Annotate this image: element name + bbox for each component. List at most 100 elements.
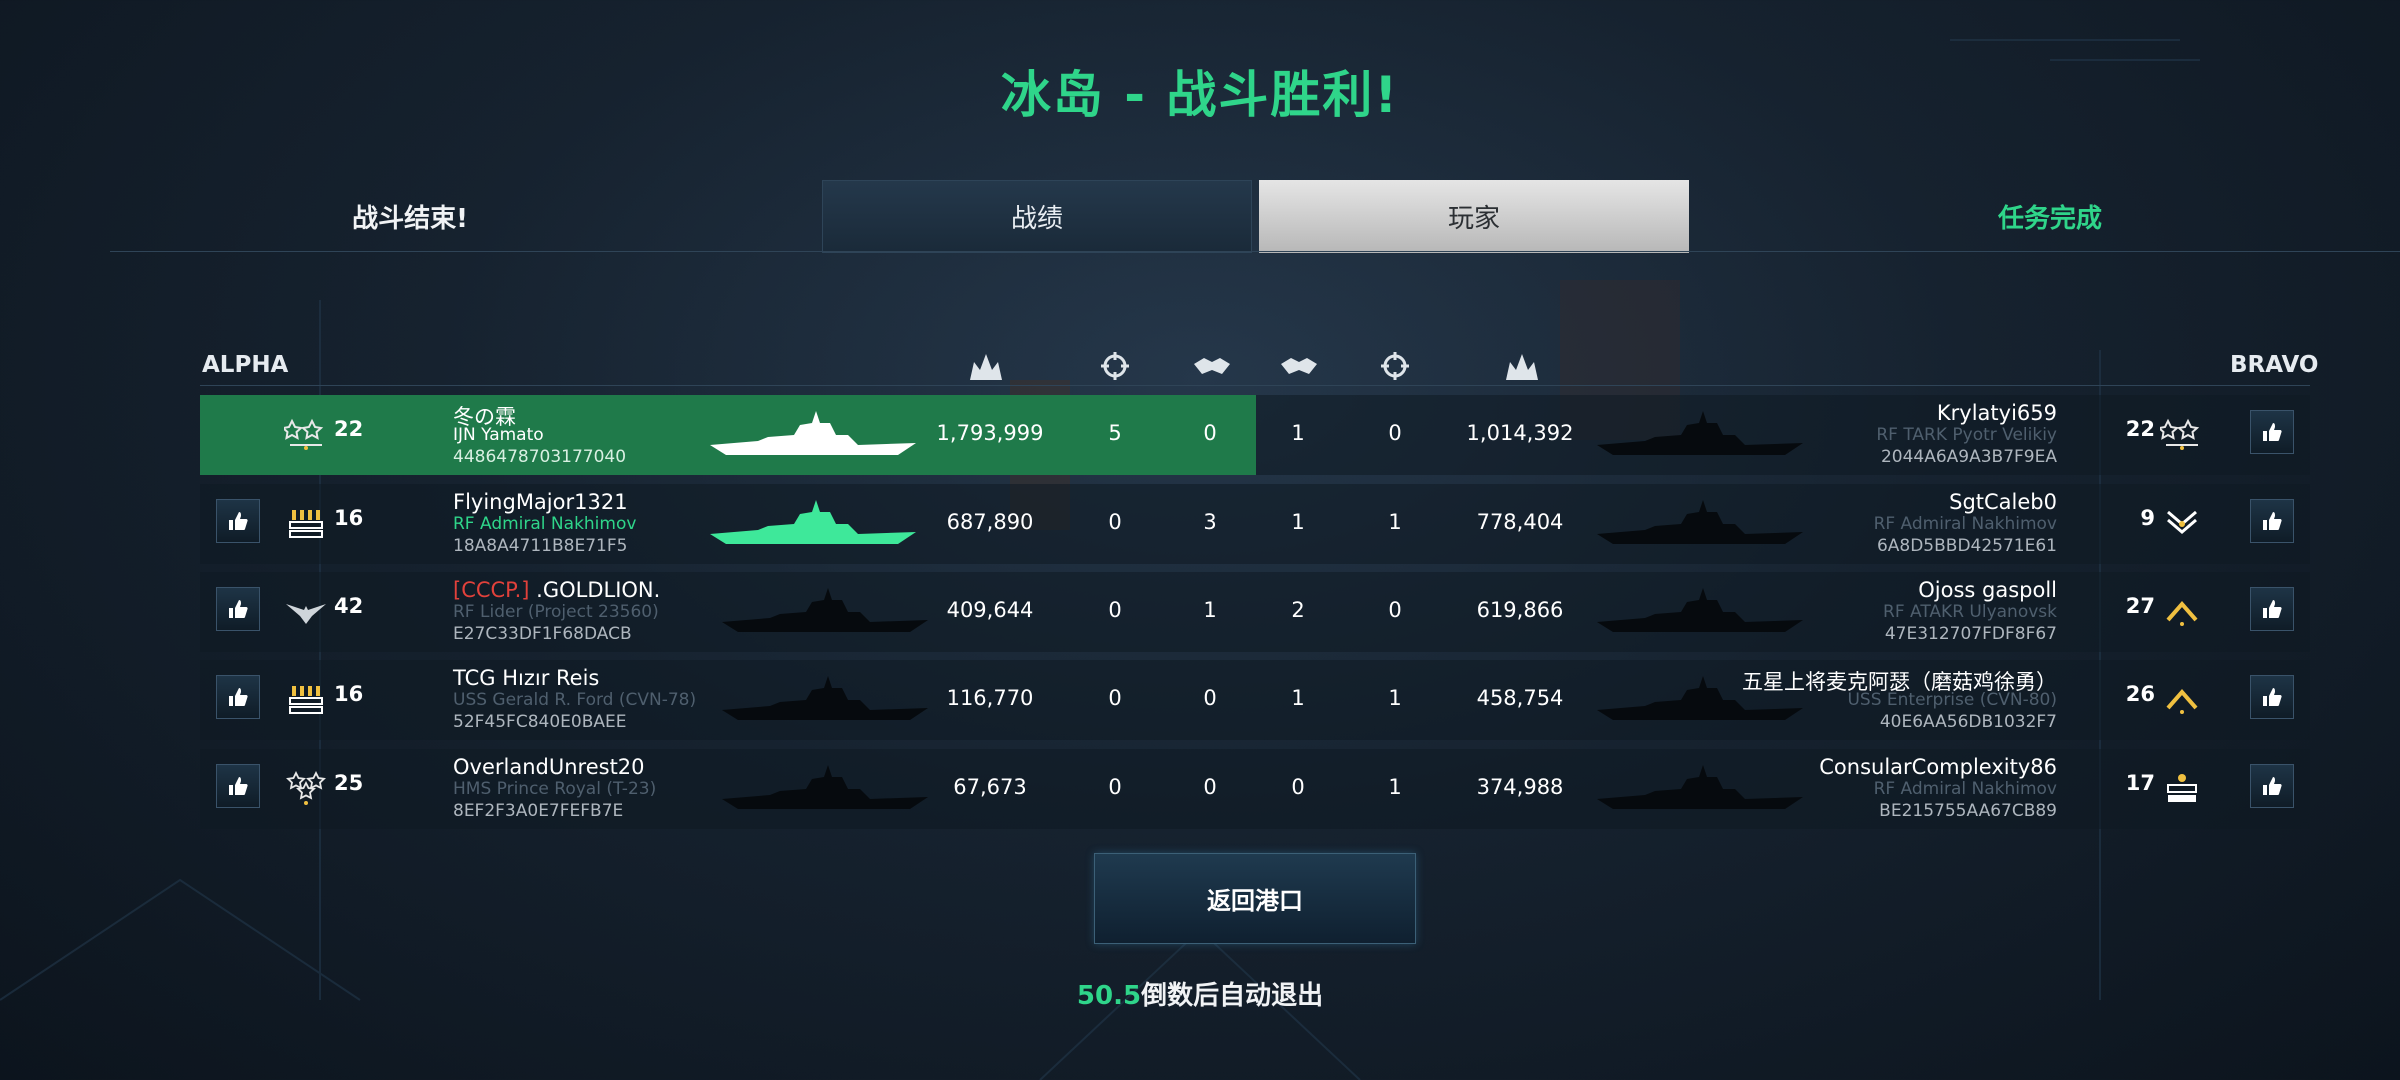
stat-value: 1 xyxy=(1388,775,1402,799)
stat-value: 3 xyxy=(1203,510,1217,534)
tab-battle-over: 战斗结束! xyxy=(352,204,468,234)
player-id: E27C33DF1F68DACB xyxy=(453,624,632,644)
damage-icon xyxy=(1506,354,1538,380)
ship-name: IJN Yamato xyxy=(453,425,544,445)
ship-silhouette xyxy=(1595,494,1805,554)
ship-silhouette xyxy=(720,582,930,642)
player-name[interactable]: Ojoss gaspoll xyxy=(1918,578,2057,602)
column-divider xyxy=(200,385,2310,386)
two-stars-rank-icon xyxy=(2156,417,2204,451)
stat-value: 116,770 xyxy=(946,686,1034,710)
ship-silhouette xyxy=(1595,759,1805,819)
player-id: 8EF2F3A0E7FEFB7E xyxy=(453,801,624,821)
thumbs-up-icon xyxy=(229,600,248,618)
player-level: 27 xyxy=(2125,594,2155,618)
three-stars-rank-icon xyxy=(284,770,328,805)
player-name[interactable]: FlyingMajor1321 xyxy=(453,490,628,514)
player-name[interactable]: ConsularComplexity86 xyxy=(1819,755,2057,779)
player-name[interactable]: TCG Hızır Reis xyxy=(453,666,599,690)
gold-chevron-rank-icon xyxy=(2160,682,2204,716)
table-row: 42 [CCCP.] .GOLDLION. RF Lider (Project 23… xyxy=(200,572,2310,652)
stat-value: 0 xyxy=(1203,775,1217,799)
stat-value: 0 xyxy=(1388,598,1402,622)
player-id: BE215755AA67CB89 xyxy=(1879,801,2057,821)
ship-name: RF ATAKR Ulyanovsk xyxy=(1883,602,2057,622)
player-level: 22 xyxy=(2125,417,2155,441)
stat-value: 374,988 xyxy=(1476,775,1564,799)
tab-stats[interactable]: 战绩 xyxy=(822,180,1252,253)
stat-value: 0 xyxy=(1203,421,1217,445)
like-button[interactable] xyxy=(2250,499,2294,543)
player-level: 17 xyxy=(2125,771,2155,795)
stat-value: 0 xyxy=(1108,686,1122,710)
player-level: 42 xyxy=(334,594,364,618)
countdown-text: 倒数后自动退出 xyxy=(1141,981,1324,1011)
table-row: 25 OverlandUnrest20 HMS Prince Royal (T-23… xyxy=(200,749,2310,829)
like-button[interactable] xyxy=(216,764,260,808)
player-name[interactable]: Krylatyi659 xyxy=(1937,401,2057,425)
stat-value: 1,793,999 xyxy=(936,421,1044,445)
player-id: 47E312707FDF8F67 xyxy=(1884,624,2057,644)
stat-value: 1 xyxy=(1203,598,1217,622)
stat-value: 1 xyxy=(1291,686,1305,710)
player-level: 26 xyxy=(2125,682,2155,706)
tab-mission-complete[interactable]: 任务完成 xyxy=(1690,180,2400,253)
stat-value: 1 xyxy=(1291,510,1305,534)
like-button[interactable] xyxy=(216,587,260,631)
tab-players[interactable]: 玩家 xyxy=(1259,180,1689,253)
stat-value: 1 xyxy=(1291,421,1305,445)
handshake-icon xyxy=(1281,358,1317,374)
crosshair-icon xyxy=(1101,352,1129,380)
ship-silhouette xyxy=(708,405,918,465)
thumbs-up-icon xyxy=(2263,600,2282,618)
stat-value: 0 xyxy=(1108,775,1122,799)
auto-exit-countdown: 50.5倒数后自动退出 xyxy=(0,975,2400,1012)
player-name-text: .GOLDLION. xyxy=(536,578,661,602)
insignia-rank-icon xyxy=(2160,771,2204,805)
like-button[interactable] xyxy=(2250,675,2294,719)
return-to-port-button[interactable]: 返回港口 xyxy=(1094,853,1416,944)
thumbs-up-icon xyxy=(229,512,248,530)
stat-value: 778,404 xyxy=(1476,510,1564,534)
header-divider xyxy=(110,251,2400,252)
like-button[interactable] xyxy=(2250,410,2294,454)
like-button[interactable] xyxy=(2250,587,2294,631)
stat-value: 687,890 xyxy=(946,510,1034,534)
ship-silhouette xyxy=(1595,405,1805,465)
like-button[interactable] xyxy=(216,675,260,719)
player-name[interactable]: SgtCaleb0 xyxy=(1949,490,2057,514)
player-name[interactable]: [CCCP.] .GOLDLION. xyxy=(453,578,660,602)
ship-name: USS Enterprise (CVN-80) xyxy=(1847,690,2057,710)
stat-value: 67,673 xyxy=(953,775,1027,799)
player-level: 16 xyxy=(334,682,364,706)
ship-name: HMS Prince Royal (T-23) xyxy=(453,779,657,799)
stat-value: 458,754 xyxy=(1476,686,1564,710)
stat-value: 0 xyxy=(1203,686,1217,710)
player-name[interactable]: OverlandUnrest20 xyxy=(453,755,645,779)
team-bravo-label: BRAVO xyxy=(2230,352,2319,378)
ship-name: USS Gerald R. Ford (CVN-78) xyxy=(453,690,697,710)
like-button[interactable] xyxy=(216,499,260,543)
bars-rank-icon xyxy=(284,506,328,540)
ship-name: RF Admiral Nakhimov xyxy=(453,514,637,534)
two-stars-rank-icon xyxy=(280,417,328,451)
stat-value: 1 xyxy=(1388,510,1402,534)
player-id: 18A8A4711B8E71F5 xyxy=(453,536,628,556)
ship-silhouette xyxy=(720,670,930,730)
player-level: 25 xyxy=(334,771,364,795)
stat-value: 0 xyxy=(1108,598,1122,622)
thumbs-up-icon xyxy=(229,777,248,795)
player-level: 9 xyxy=(2140,506,2155,530)
stat-value: 0 xyxy=(1388,421,1402,445)
countdown-value: 50.5 xyxy=(1076,981,1142,1011)
clan-tag: [CCCP.] xyxy=(453,578,530,602)
player-id: 52F45FC840E0BAEE xyxy=(453,712,627,732)
stat-value: 619,866 xyxy=(1476,598,1564,622)
stat-value: 1 xyxy=(1388,686,1402,710)
ship-name: RF Admiral Nakhimov xyxy=(1873,514,2057,534)
player-id: 4486478703177040 xyxy=(453,447,627,467)
thumbs-up-icon xyxy=(2263,512,2282,530)
table-row: 22 冬の霖 IJN Yamato 4486478703177040 1,793,999… xyxy=(200,395,2310,475)
like-button[interactable] xyxy=(2250,764,2294,808)
page-title: 冰岛 - 战斗胜利! xyxy=(1000,66,1400,124)
